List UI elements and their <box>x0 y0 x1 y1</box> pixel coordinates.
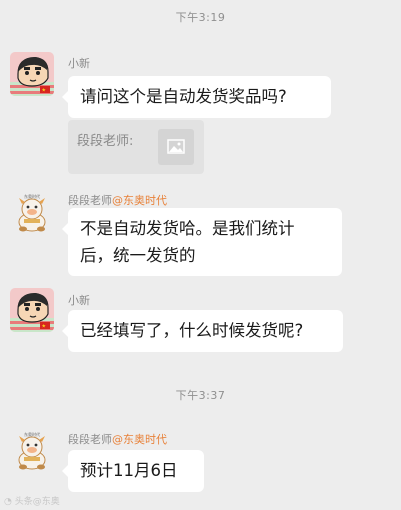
watermark-text: 头条@东奥 <box>14 497 60 507</box>
message-text-line: 不是自动发货哈。是我们统计 <box>80 219 295 238</box>
sender-name: 段段老师@东奥时代 <box>68 431 167 447</box>
message-bubble[interactable]: 已经填写了，什么时候发货呢? <box>62 310 343 352</box>
sender-name-text: 段段老师 <box>68 194 112 207</box>
cartoon-mascot-avatar-icon: 东奥时代 <box>10 428 54 472</box>
sender-tag[interactable]: @东奥时代 <box>112 433 167 446</box>
teacher-avatar[interactable]: 东奥时代 <box>10 190 54 234</box>
svg-text:★: ★ <box>42 324 47 330</box>
user-avatar[interactable]: ★ <box>10 52 54 96</box>
sender-tag[interactable]: @东奥时代 <box>112 194 167 207</box>
message-text-line: 后，统一发货的 <box>80 246 196 265</box>
user-avatar[interactable]: ★ <box>10 288 54 332</box>
watermark: ◔ 头条@东奥 <box>4 494 60 507</box>
chat-timestamp: 下午3:37 <box>175 389 226 402</box>
svg-text:★: ★ <box>42 88 47 94</box>
svg-text:东奥时代: 东奥时代 <box>24 193 40 199</box>
message-bubble[interactable]: 预计11月6日 <box>62 450 204 492</box>
crayon-shin-chan-avatar-icon: ★ <box>10 288 54 332</box>
svg-text:东奥时代: 东奥时代 <box>24 431 40 437</box>
image-placeholder-icon <box>158 129 194 165</box>
message-text: 已经填写了，什么时候发货呢? <box>80 321 304 340</box>
teacher-avatar[interactable]: 东奥时代 <box>10 428 54 472</box>
message-bubble[interactable]: 请问这个是自动发货奖品吗? <box>62 76 331 118</box>
message-bubble[interactable]: 不是自动发货哈。是我们统计 后，统一发货的 <box>62 208 342 276</box>
message-text: 预计11月6日 <box>80 461 178 480</box>
quote-label: 段段老师: <box>77 134 134 149</box>
crayon-shin-chan-avatar-icon: ★ <box>10 52 54 96</box>
message-text: 请问这个是自动发货奖品吗? <box>80 87 287 106</box>
sender-name-text: 段段老师 <box>68 433 112 446</box>
sender-name: 小新 <box>68 294 90 307</box>
sender-name: 段段老师@东奥时代 <box>68 192 167 208</box>
chat-timestamp: 下午3:19 <box>175 11 226 24</box>
quoted-message[interactable]: 段段老师: <box>68 120 204 174</box>
sender-name: 小新 <box>68 57 90 70</box>
cartoon-mascot-avatar-icon: 东奥时代 <box>10 190 54 234</box>
toutiao-icon: ◔ <box>4 497 12 507</box>
